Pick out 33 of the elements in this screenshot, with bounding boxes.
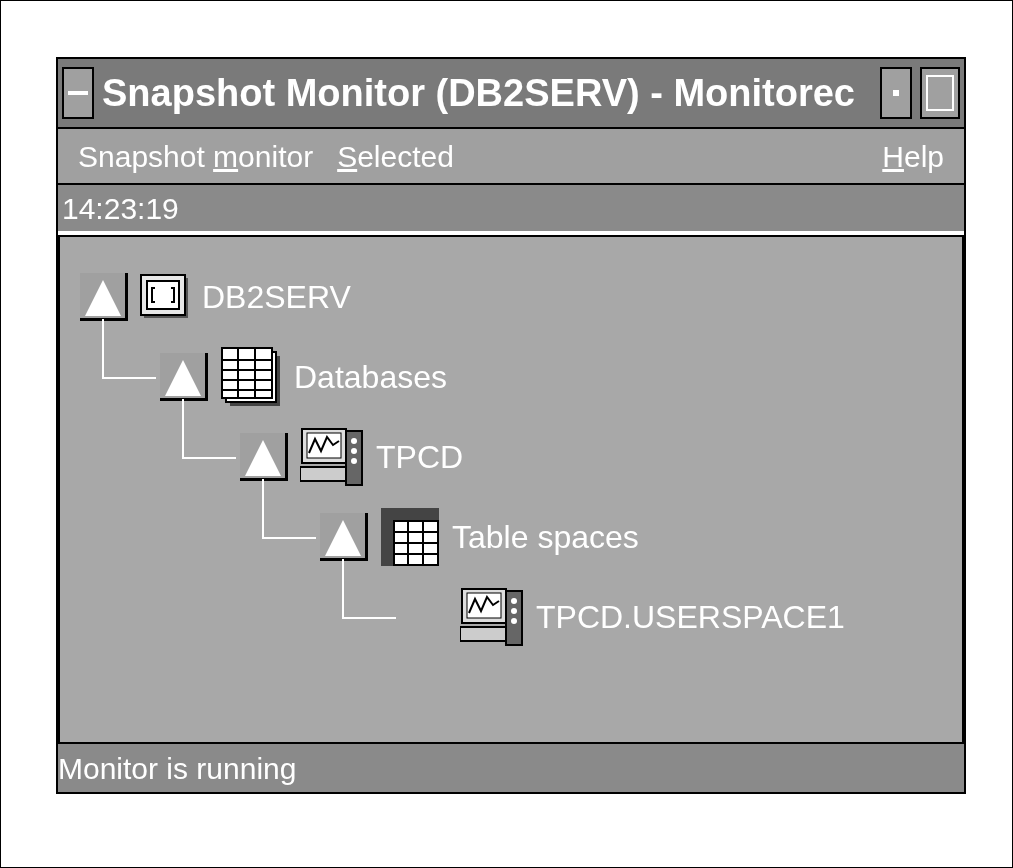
status-text: Monitor is running (58, 750, 297, 787)
system-menu-button[interactable] (62, 67, 94, 119)
menu-item[interactable]: Help (882, 133, 944, 179)
tree-item-label[interactable]: DB2SERV (202, 273, 351, 321)
triangle-up-icon (82, 278, 123, 318)
tree-connector (342, 559, 396, 619)
table-stack-icon (220, 346, 282, 408)
minimize-button[interactable] (880, 67, 912, 119)
window-title: Snapshot Monitor (DB2SERV) - Monitorec (102, 70, 856, 116)
square-icon (926, 75, 954, 111)
tree-connector (182, 399, 236, 459)
collapse-toggle[interactable] (320, 513, 368, 561)
maximize-button[interactable] (920, 67, 960, 119)
tree-item-label[interactable]: TPCD.USERSPACE1 (536, 593, 845, 641)
dash-icon (68, 91, 88, 95)
triangle-up-icon (322, 518, 363, 558)
tree-item-label[interactable]: Table spaces (452, 513, 639, 561)
time-label: 14:23:19 (62, 190, 179, 227)
triangle-up-icon (162, 358, 203, 398)
monitor-icon (460, 587, 524, 647)
tree-item-label[interactable]: Databases (294, 353, 447, 401)
monitor-icon (300, 427, 364, 487)
collapse-toggle[interactable] (160, 353, 208, 401)
collapse-toggle[interactable] (240, 433, 288, 481)
server-icon (140, 274, 190, 320)
tree-connector (262, 479, 316, 539)
menu-item[interactable]: Selected (337, 133, 454, 179)
collapse-toggle[interactable] (80, 273, 128, 321)
table-icon (380, 507, 440, 567)
triangle-up-icon (242, 438, 283, 478)
menu-item[interactable]: Snapshot monitor (78, 133, 314, 179)
tree-connector (102, 319, 156, 379)
tree-item-label[interactable]: TPCD (376, 433, 464, 481)
